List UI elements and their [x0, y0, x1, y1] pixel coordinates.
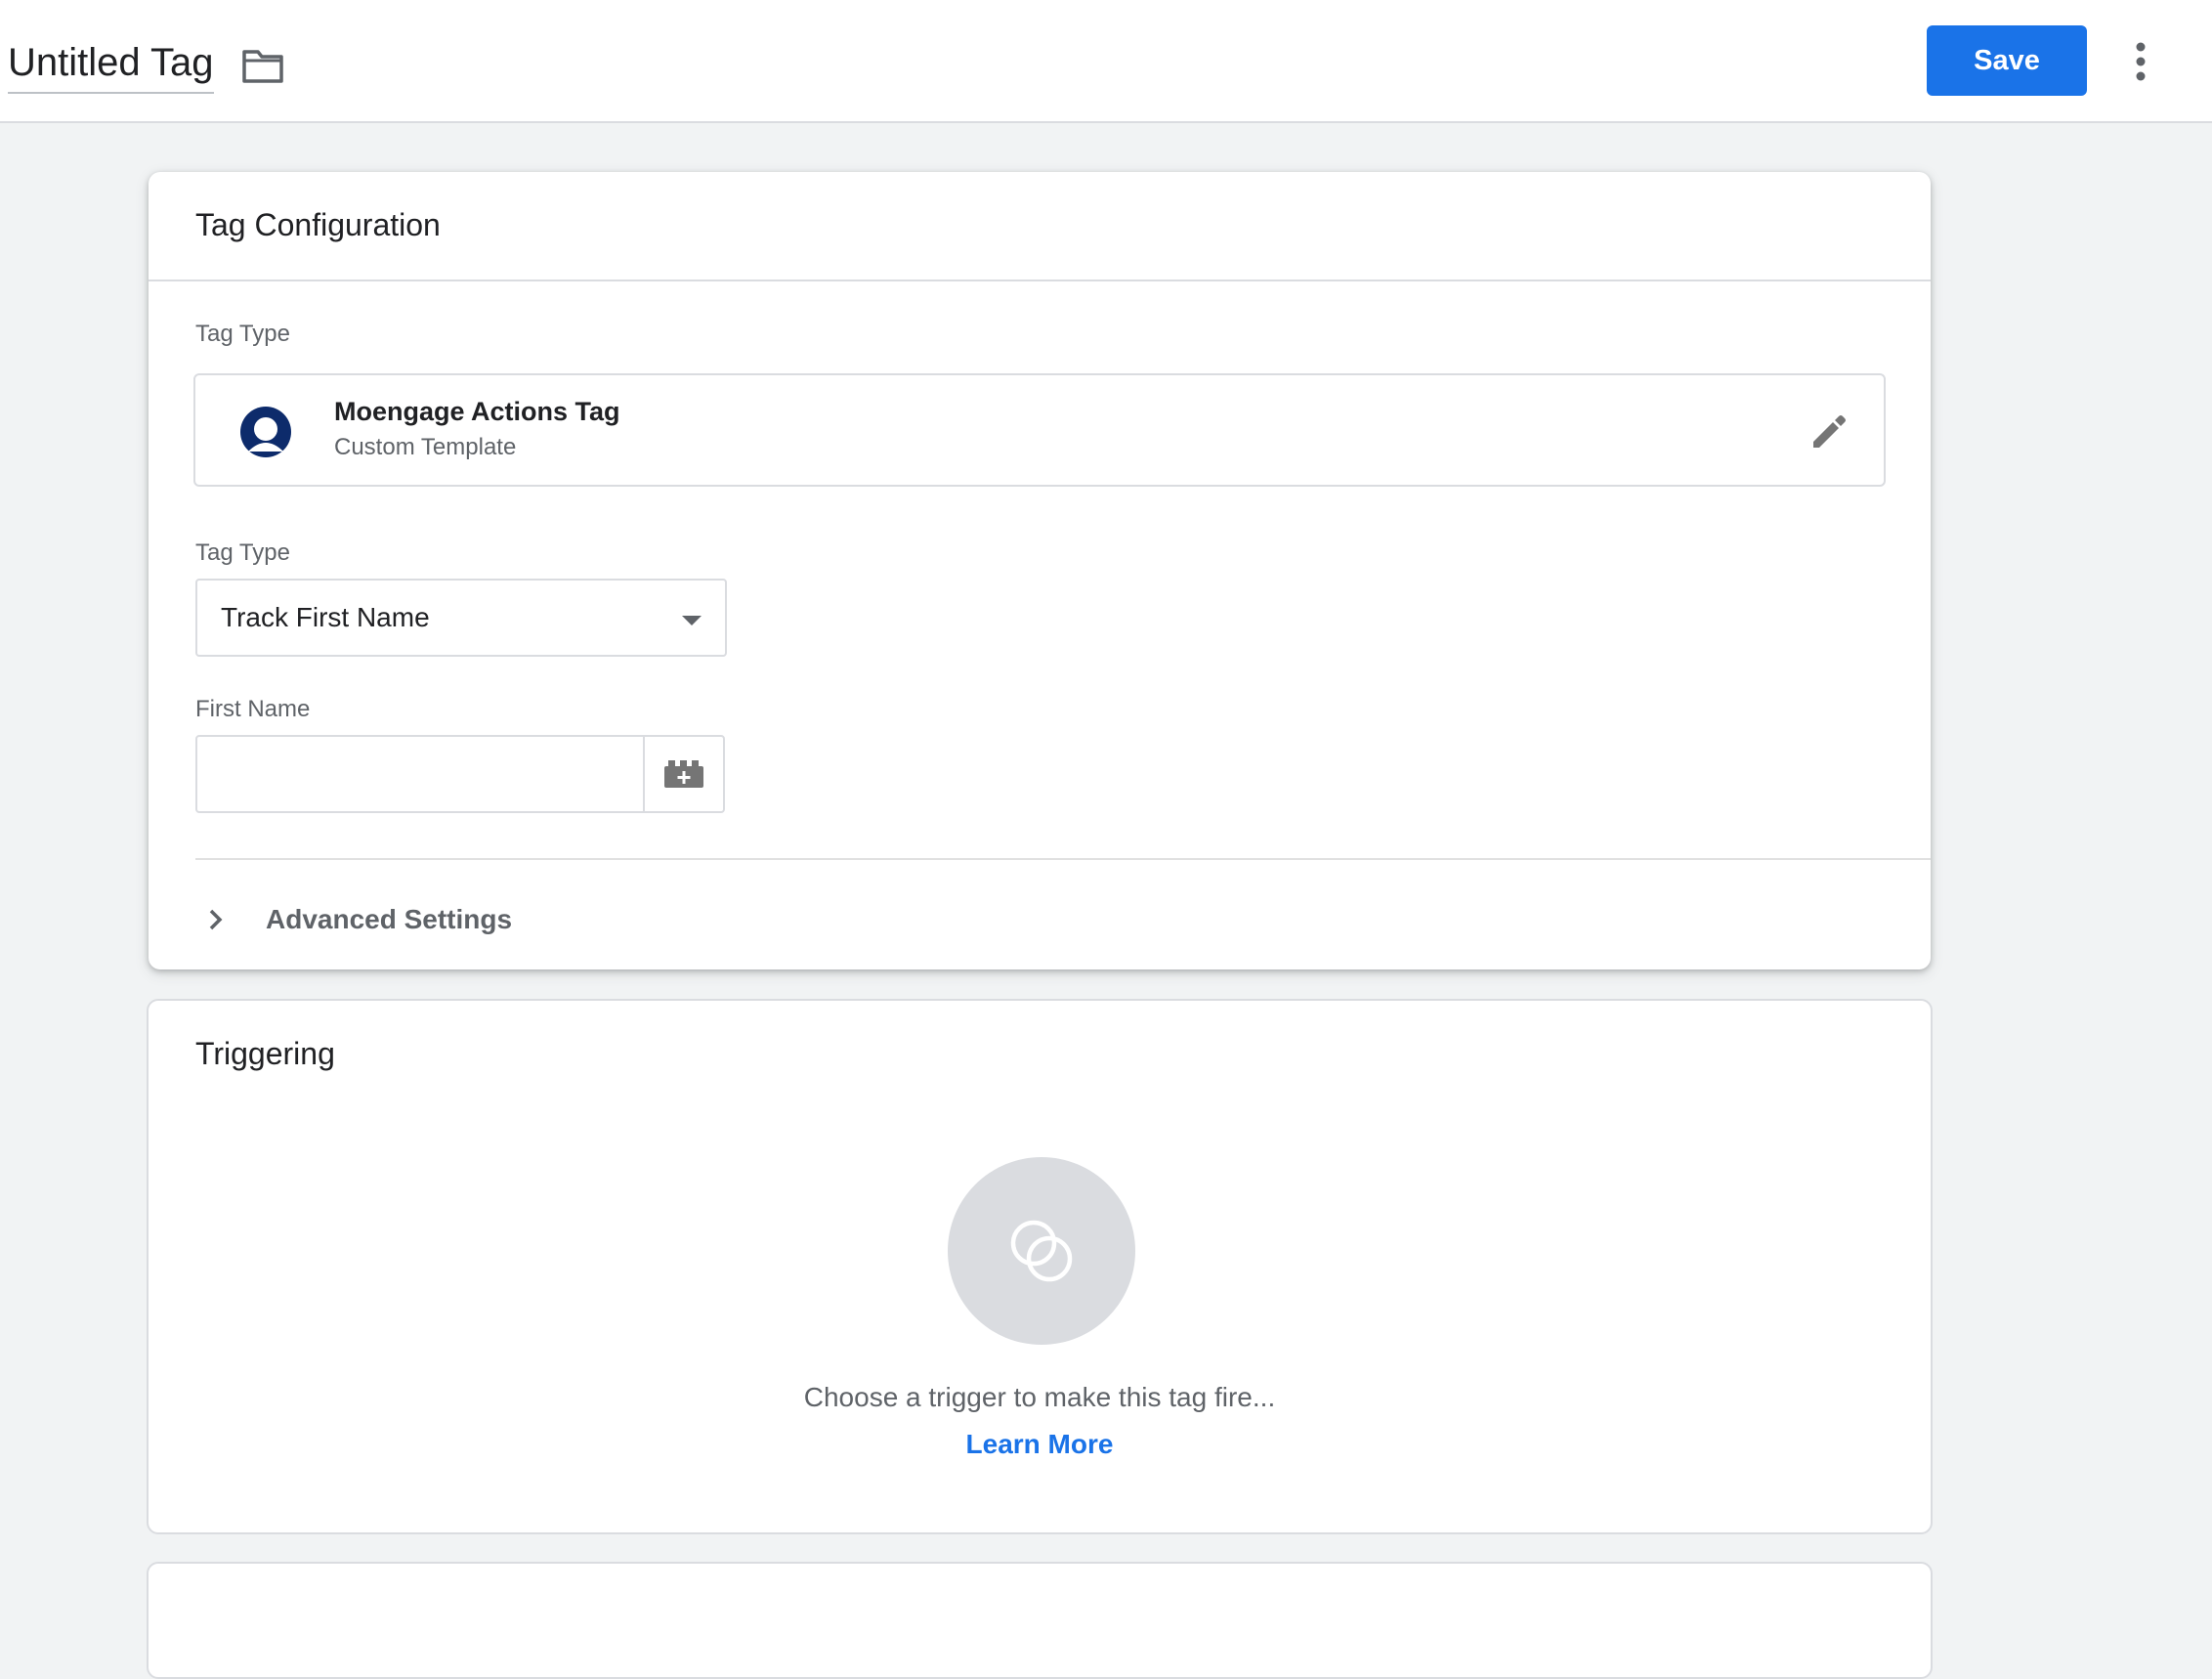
tag-type-label: Tag Type	[195, 321, 290, 347]
action-type-label: Tag Type	[195, 539, 290, 566]
trigger-empty-text: Choose a trigger to make this tag fire..…	[803, 1382, 1276, 1412]
title-area: Untitled Tag	[8, 37, 284, 94]
first-name-field-group	[195, 735, 725, 813]
first-name-label: First Name	[195, 696, 311, 722]
action-type-value: Track First Name	[221, 602, 430, 632]
template-subtitle: Custom Template	[334, 434, 517, 460]
advanced-settings-label: Advanced Settings	[266, 904, 513, 934]
chevron-right-icon	[209, 909, 223, 930]
action-type-select[interactable]: Track First Name	[195, 579, 727, 657]
template-name: Moengage Actions Tag	[334, 397, 620, 426]
learn-more-link[interactable]: Learn More	[966, 1429, 1114, 1459]
tag-title[interactable]: Untitled Tag	[8, 37, 214, 94]
tag-type-selector[interactable]: Moengage Actions Tag Custom Template	[193, 373, 1886, 487]
top-bar: Untitled Tag Save	[0, 0, 2212, 123]
tag-configuration-card: Tag Configuration Tag Type Moengage Acti…	[149, 172, 1931, 969]
dropdown-arrow-icon	[682, 616, 702, 625]
trigger-circles-icon	[1010, 1220, 1073, 1282]
learn-more-container: Learn More	[149, 1429, 1931, 1460]
next-card	[147, 1562, 1933, 1679]
moengage-logo-icon	[240, 407, 291, 457]
folder-icon[interactable]	[241, 46, 284, 85]
pencil-icon[interactable]	[1808, 410, 1850, 453]
divider	[149, 280, 1931, 281]
divider	[195, 858, 1931, 860]
add-variable-button[interactable]	[645, 737, 723, 811]
triggering-card: Triggering Choose a trigger to make this…	[147, 999, 1933, 1534]
card-title-triggering: Triggering	[195, 1036, 335, 1071]
save-button[interactable]: Save	[1927, 25, 2087, 96]
add-trigger-button[interactable]	[948, 1157, 1135, 1345]
first-name-input[interactable]	[197, 737, 645, 811]
more-vert-icon[interactable]	[2126, 37, 2155, 86]
add-variable-icon	[664, 760, 703, 788]
advanced-settings-toggle[interactable]: Advanced Settings	[195, 895, 512, 944]
card-title-tag-configuration: Tag Configuration	[195, 207, 441, 242]
